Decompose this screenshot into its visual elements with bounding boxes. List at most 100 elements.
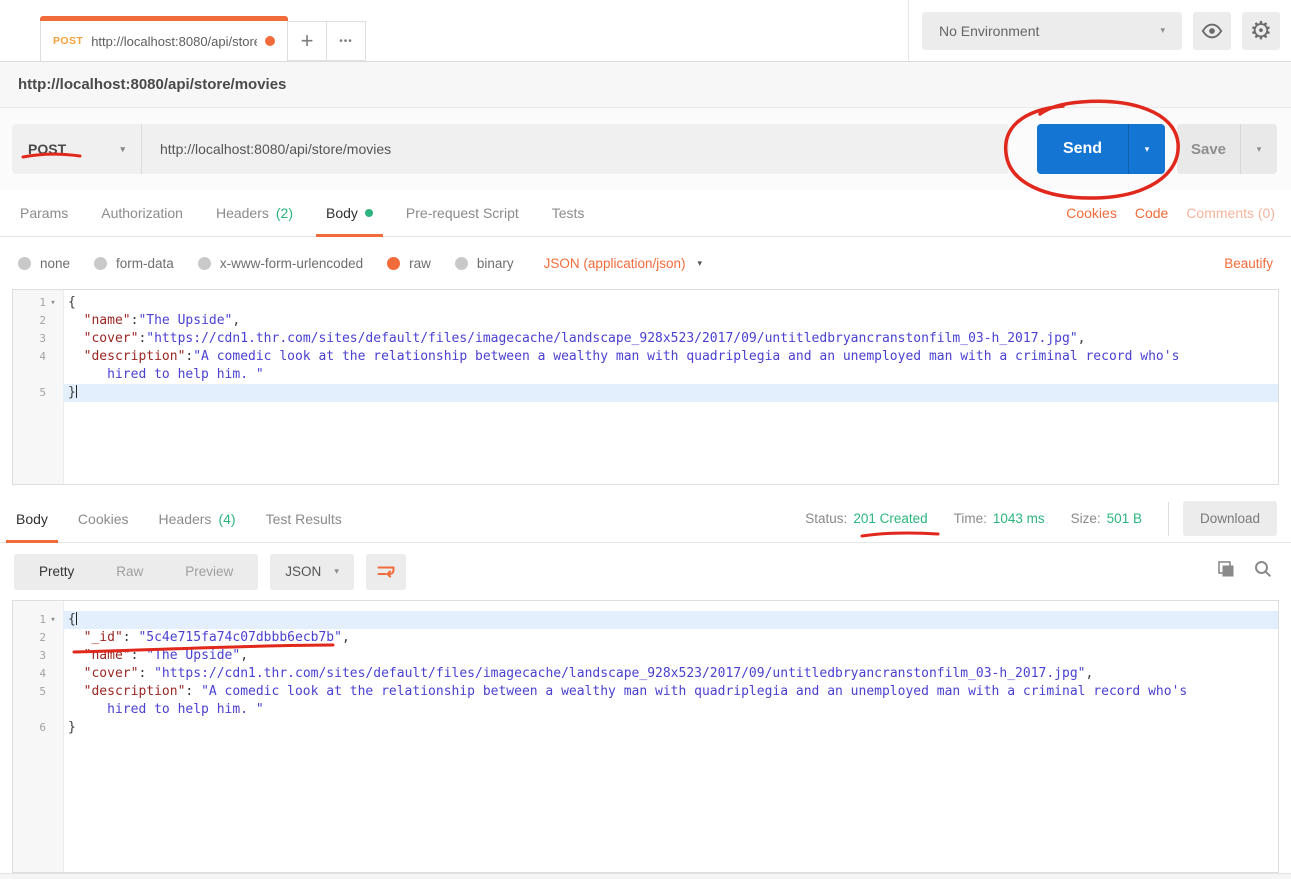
code-line[interactable]: 1▾{ — [13, 294, 1278, 312]
response-view-mode-switch: PrettyRawPreview — [14, 554, 258, 590]
request-link-cookies[interactable]: Cookies — [1066, 205, 1117, 221]
tab-label: Authorization — [101, 205, 183, 221]
code-line[interactable]: 4 "cover": "https://cdn1.thr.com/sites/d… — [13, 665, 1278, 683]
response-tab-cookies[interactable]: Cookies — [78, 495, 129, 542]
chevron-down-icon: ▾ — [334, 567, 339, 576]
send-button[interactable]: Send ▾ — [1037, 124, 1165, 174]
code-text: "description":"A comedic look at the rel… — [63, 348, 1278, 366]
code-line[interactable]: 6} — [13, 719, 1278, 737]
send-options-caret[interactable]: ▾ — [1128, 124, 1165, 174]
code-line[interactable]: 2 "_id": "5c4e715fa74c07dbbb6ecb7b", — [13, 629, 1278, 647]
radio-icon — [18, 257, 31, 270]
body-mode-row: none form-data x-www-form-urlencoded raw bin… — [0, 237, 1291, 289]
response-tab-test-results[interactable]: Test Results — [266, 495, 342, 542]
environment-selector[interactable]: No Environment ▾ — [922, 12, 1182, 50]
response-body-editor[interactable]: 1▾{2 "_id": "5c4e715fa74c07dbbb6ecb7b",3… — [12, 600, 1279, 873]
chevron-down-icon: ▾ — [120, 145, 125, 154]
line-gutter: 4 — [13, 665, 63, 683]
body-mode-none[interactable]: none — [18, 256, 70, 271]
request-tab-headers[interactable]: Headers(2) — [216, 190, 293, 236]
code-line[interactable]: 3 "name": "The Upside", — [13, 647, 1278, 665]
code-text: } — [63, 719, 1278, 737]
code-line[interactable]: 4 "description":"A comedic look at the r… — [13, 348, 1278, 366]
settings-button[interactable]: ⚙ — [1242, 12, 1280, 50]
response-tab-body[interactable]: Body — [16, 495, 48, 542]
copy-response-button[interactable] — [1216, 559, 1236, 584]
request-tab-authorization[interactable]: Authorization — [101, 190, 183, 236]
request-tab-params[interactable]: Params — [20, 190, 68, 236]
unsaved-changes-dot-icon — [265, 36, 275, 46]
time-label: Time: — [954, 511, 987, 526]
request-body-editor[interactable]: 1▾{2 "name":"The Upside",3 "cover":"http… — [12, 289, 1279, 485]
save-options-caret[interactable]: ▾ — [1240, 124, 1277, 174]
size-metric: Size: 501 B — [1071, 511, 1142, 526]
environment-selector-label: No Environment — [939, 23, 1039, 39]
request-link-code[interactable]: Code — [1135, 205, 1168, 221]
body-mode-binary[interactable]: binary — [455, 256, 514, 271]
code-text: hired to help him. " — [63, 366, 1278, 384]
code-line[interactable]: 1▾{ — [13, 611, 1278, 629]
new-tab-button[interactable]: + — [288, 21, 327, 61]
request-tab-tests[interactable]: Tests — [552, 190, 585, 236]
code-text: "_id": "5c4e715fa74c07dbbb6ecb7b", — [63, 629, 1278, 647]
environment-quick-look-button[interactable] — [1193, 12, 1231, 50]
status-metric: Status: 201 Created — [805, 511, 927, 526]
chevron-down-icon: ▾ — [1160, 26, 1165, 35]
request-title: http://localhost:8080/api/store/movies — [0, 62, 1291, 108]
code-line[interactable]: 5} — [13, 384, 1278, 402]
chevron-down-icon: ▾ — [697, 259, 702, 268]
response-format-selector[interactable]: JSON ▾ — [270, 554, 354, 590]
radio-icon — [387, 257, 400, 270]
view-mode-preview[interactable]: Preview — [164, 564, 254, 579]
body-mode-label: binary — [477, 256, 514, 271]
code-line[interactable]: 3 "cover":"https://cdn1.thr.com/sites/de… — [13, 330, 1278, 348]
open-request-tab[interactable]: POST http://localhost:8080/api/store/ — [40, 21, 288, 61]
line-gutter: 1▾ — [13, 294, 63, 312]
request-url-input[interactable]: http://localhost:8080/api/store/movies — [142, 124, 1009, 174]
code-text: "cover":"https://cdn1.thr.com/sites/defa… — [63, 330, 1278, 348]
search-response-button[interactable] — [1253, 559, 1273, 584]
chevron-down-icon: ▾ — [1145, 145, 1150, 154]
save-button-label: Save — [1177, 124, 1240, 174]
request-tab-pre-request-script[interactable]: Pre-request Script — [406, 190, 519, 236]
body-mode-label: x-www-form-urlencoded — [220, 256, 363, 271]
request-tab-body[interactable]: Body — [326, 190, 373, 236]
request-link-comments-0[interactable]: Comments (0) — [1186, 205, 1275, 221]
fold-caret-icon[interactable]: ▾ — [48, 611, 58, 629]
send-button-label: Send — [1037, 124, 1128, 174]
code-line[interactable]: hired to help him. " — [13, 366, 1278, 384]
tab-count-badge: (4) — [218, 511, 235, 527]
download-button[interactable]: Download — [1183, 501, 1277, 536]
response-tab-headers[interactable]: Headers(4) — [159, 495, 236, 542]
tab-url-label: http://localhost:8080/api/store/ — [91, 34, 257, 49]
line-gutter: 1▾ — [13, 611, 63, 629]
fold-caret-icon[interactable]: ▾ — [48, 294, 58, 312]
radio-icon — [198, 257, 211, 270]
url-builder-row: POST ▾ http://localhost:8080/api/store/m… — [0, 108, 1291, 190]
body-mode-raw[interactable]: raw — [387, 256, 431, 271]
code-text: { — [63, 611, 1278, 629]
body-mode-x-www-form-urlencoded[interactable]: x-www-form-urlencoded — [198, 256, 363, 271]
text-cursor — [76, 385, 77, 398]
code-line[interactable]: 5 "description": "A comedic look at the … — [13, 683, 1278, 701]
beautify-link[interactable]: Beautify — [1224, 256, 1273, 271]
line-number: 6 — [39, 719, 46, 737]
save-button[interactable]: Save ▾ — [1177, 124, 1277, 174]
code-line[interactable]: hired to help him. " — [13, 701, 1278, 719]
view-mode-raw[interactable]: Raw — [95, 564, 164, 579]
wrap-lines-button[interactable] — [366, 554, 406, 590]
body-mode-form-data[interactable]: form-data — [94, 256, 174, 271]
code-text: hired to help him. " — [63, 701, 1278, 719]
tab-label: Body — [16, 511, 48, 527]
line-number: 2 — [39, 629, 46, 647]
time-value: 1043 ms — [993, 511, 1045, 526]
size-label: Size: — [1071, 511, 1101, 526]
http-method-selector[interactable]: POST ▾ — [12, 124, 142, 174]
tab-options-button[interactable]: ••• — [327, 21, 366, 61]
view-mode-pretty[interactable]: Pretty — [18, 564, 95, 579]
body-set-dot-icon — [365, 209, 373, 217]
response-format-value: JSON — [285, 564, 321, 579]
content-type-selector[interactable]: JSON (application/json) ▾ — [544, 256, 702, 271]
line-gutter: 5 — [13, 683, 63, 701]
code-line[interactable]: 2 "name":"The Upside", — [13, 312, 1278, 330]
